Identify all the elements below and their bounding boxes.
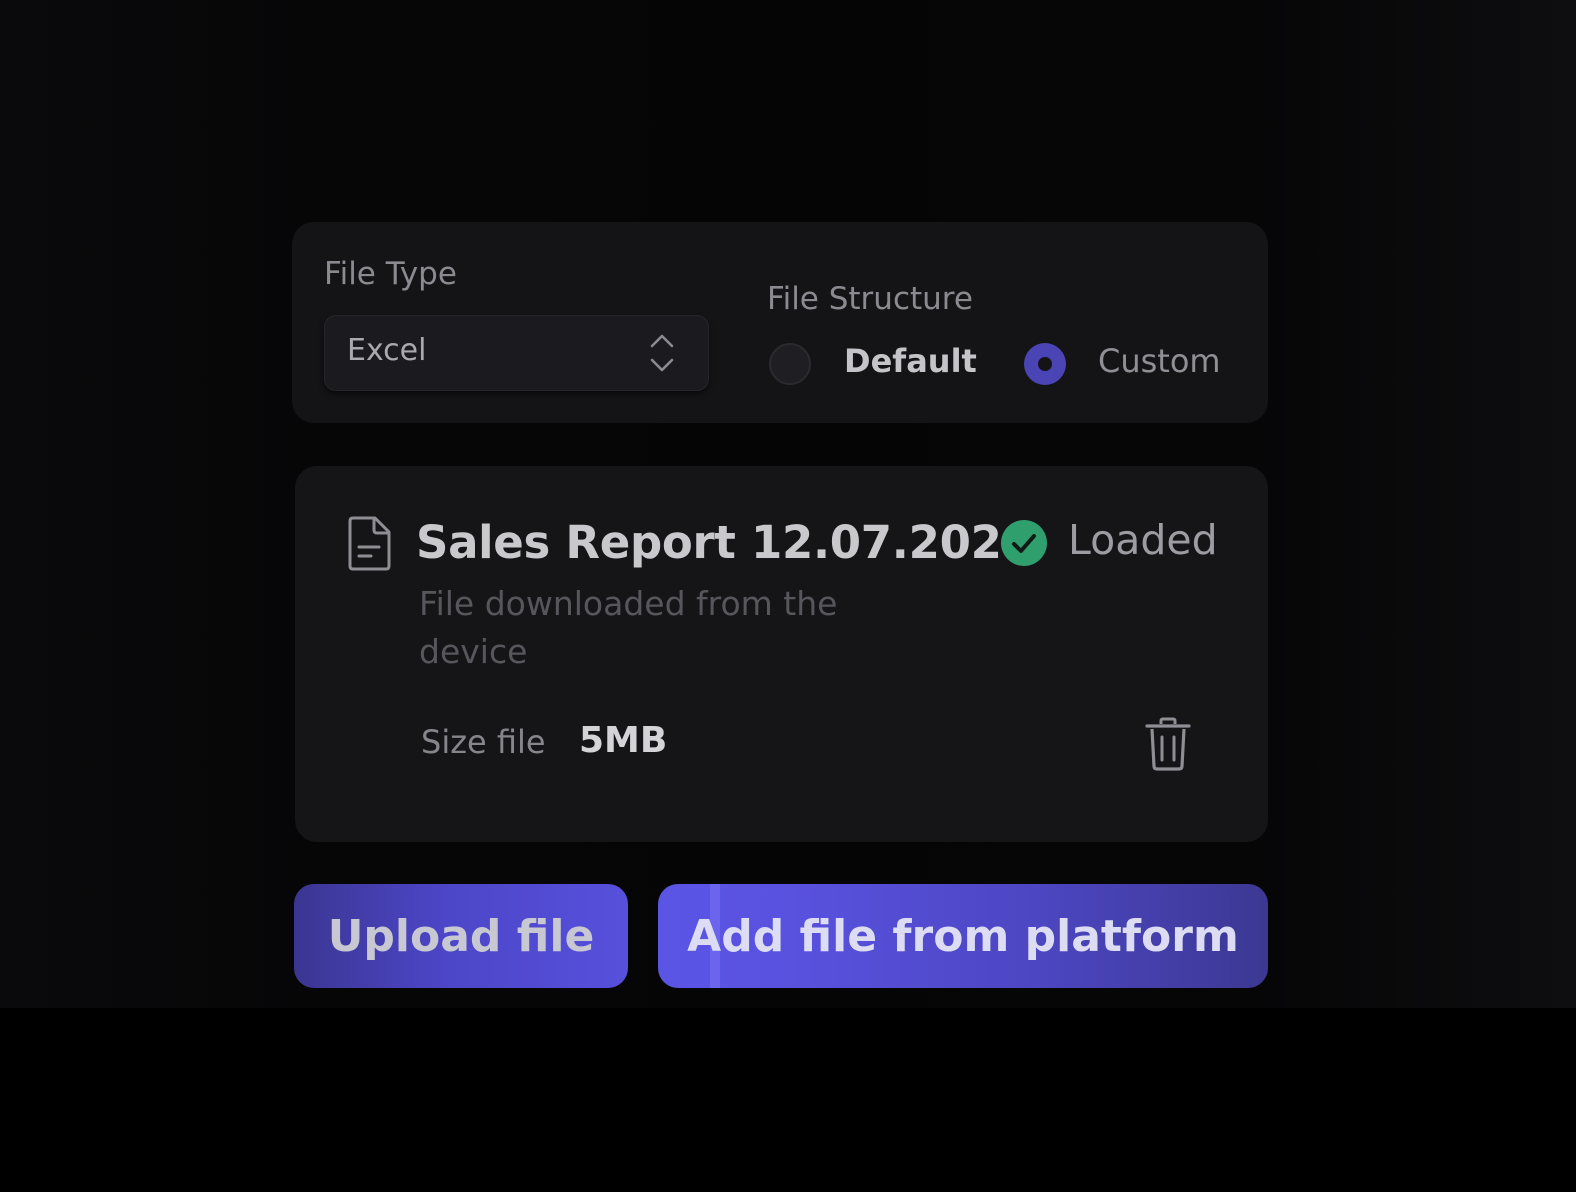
file-name: Sales Report 12.07.2024 xyxy=(416,516,1033,569)
trash-icon[interactable] xyxy=(1144,716,1192,772)
file-icon xyxy=(348,516,391,571)
file-type-select[interactable]: Excel xyxy=(324,315,709,391)
add-file-from-platform-label: Add file from platform xyxy=(687,910,1239,962)
add-file-from-platform-button[interactable]: Add file from platform xyxy=(658,884,1268,988)
upload-file-button[interactable]: Upload file xyxy=(294,884,628,988)
file-type-label: File Type xyxy=(324,256,457,292)
bottom-band xyxy=(0,1008,1576,1192)
file-type-value: Excel xyxy=(347,333,427,368)
status-badge: Loaded xyxy=(1068,516,1218,564)
file-description: File downloaded from the device xyxy=(419,584,838,671)
upload-file-label: Upload file xyxy=(327,910,595,962)
check-circle-icon xyxy=(1001,520,1047,566)
size-label: Size file xyxy=(421,723,546,761)
radio-default-label[interactable]: Default xyxy=(844,342,977,380)
radio-default[interactable] xyxy=(769,343,811,385)
size-value: 5MB xyxy=(579,720,668,761)
chevron-up-down-icon xyxy=(650,334,674,372)
radio-custom[interactable] xyxy=(1024,343,1066,385)
radio-custom-label[interactable]: Custom xyxy=(1098,342,1221,380)
file-structure-label: File Structure xyxy=(767,281,973,317)
